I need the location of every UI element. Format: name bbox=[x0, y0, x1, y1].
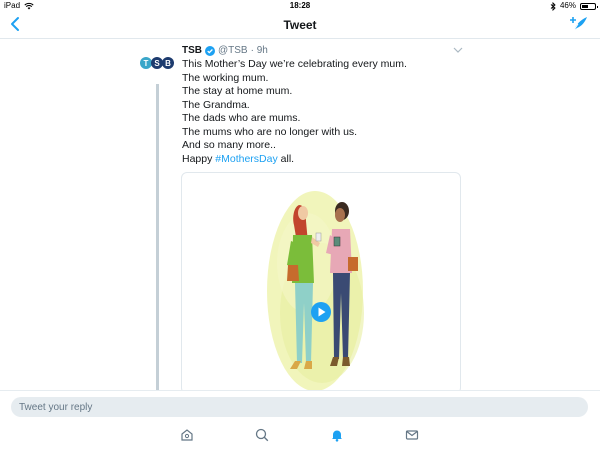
tweet-text-suffix: all. bbox=[277, 152, 295, 165]
hashtag-link[interactable]: #MothersDay bbox=[215, 153, 277, 165]
video-thumbnail bbox=[267, 191, 364, 391]
chevron-down-icon[interactable] bbox=[453, 46, 463, 54]
tweet-line: The working mum. bbox=[182, 71, 269, 84]
tweet-header: TSB @TSB · 9h bbox=[182, 45, 268, 57]
svg-text:S: S bbox=[154, 59, 160, 68]
author-name[interactable]: TSB bbox=[182, 45, 202, 57]
tweet-text-prefix: Happy bbox=[182, 152, 216, 165]
play-icon[interactable] bbox=[311, 302, 331, 322]
navigation-bar: Tweet bbox=[0, 12, 600, 39]
compose-tweet-icon[interactable] bbox=[570, 15, 590, 33]
status-right: 46% bbox=[550, 0, 598, 12]
notifications-icon[interactable] bbox=[330, 428, 344, 442]
status-time: 18:28 bbox=[289, 1, 311, 10]
verified-badge-icon bbox=[205, 46, 215, 56]
page-title: Tweet bbox=[283, 18, 317, 32]
tweet-line: This Mother’s Day we’re celebrating ever… bbox=[182, 58, 407, 70]
tweet-line: The Grandma. bbox=[182, 98, 250, 111]
home-icon[interactable] bbox=[180, 428, 194, 442]
tweet-line: The stay at home mum. bbox=[182, 85, 293, 97]
tweet-line: And so many more.. bbox=[182, 139, 276, 151]
avatar[interactable]: T S B bbox=[140, 56, 176, 70]
messages-icon[interactable] bbox=[405, 428, 419, 442]
tweet-time: · 9h bbox=[250, 45, 268, 56]
status-bar: iPad 18:28 46% bbox=[0, 0, 600, 12]
bluetooth-icon bbox=[550, 1, 556, 11]
tweet-line-last: Happy #MothersDay all. bbox=[182, 153, 407, 167]
battery-level bbox=[582, 4, 588, 8]
tweet-line: The dads who are mums. bbox=[182, 112, 301, 124]
reply-input[interactable] bbox=[11, 397, 588, 417]
author-handle[interactable]: @TSB bbox=[218, 45, 248, 57]
video-card[interactable] bbox=[181, 172, 461, 394]
tweet-line: The mums who are no longer with us. bbox=[182, 125, 358, 138]
tweet-text: This Mother’s Day we’re celebrating ever… bbox=[182, 58, 407, 166]
search-icon[interactable] bbox=[255, 428, 269, 442]
reply-bar bbox=[0, 390, 600, 451]
svg-text:T: T bbox=[144, 59, 149, 68]
thread-line bbox=[156, 84, 159, 390]
svg-text:B: B bbox=[165, 59, 171, 68]
battery-percent: 46% bbox=[559, 1, 576, 10]
battery-icon bbox=[580, 2, 598, 10]
